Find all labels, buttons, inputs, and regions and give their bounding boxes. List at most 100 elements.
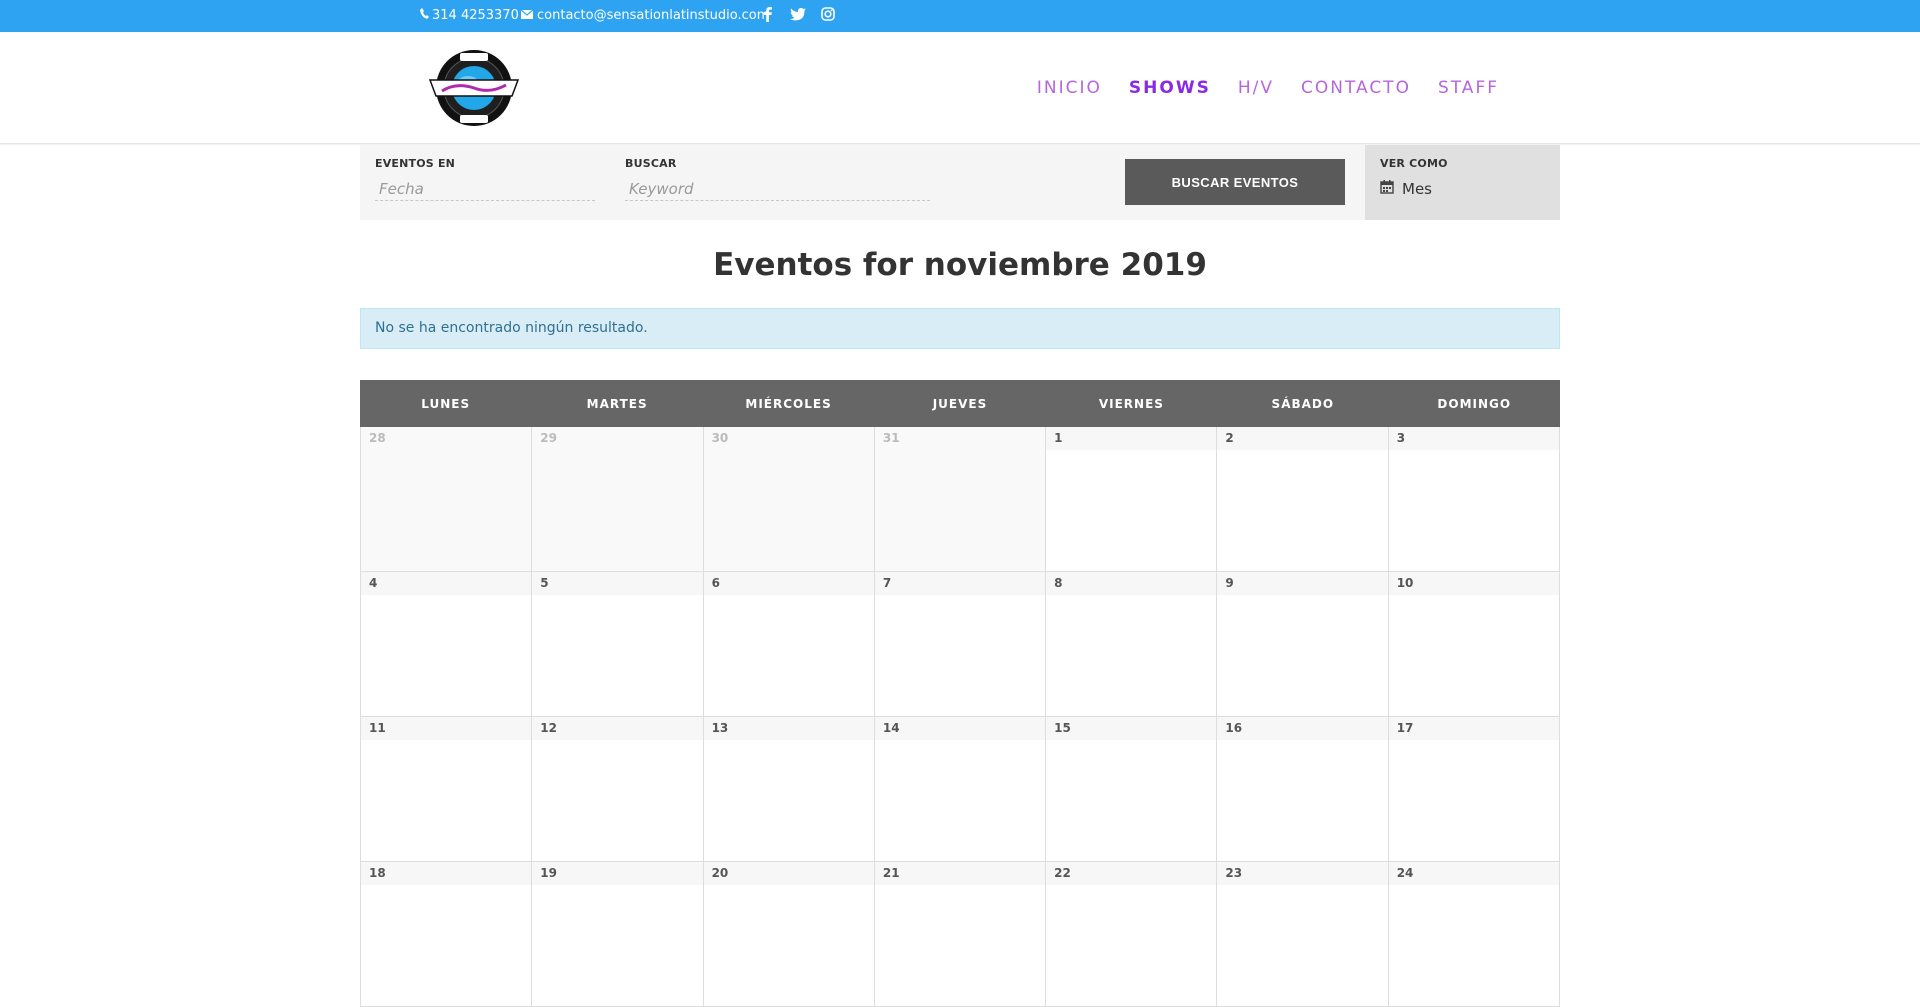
day-number: 30: [703, 427, 874, 450]
calendar-day[interactable]: 31: [873, 427, 1046, 572]
weekday-miercoles: MIÉRCOLES: [745, 396, 832, 411]
view-as-label: VER COMO: [1380, 157, 1448, 170]
calendar-day[interactable]: 17: [1387, 717, 1560, 862]
calendar-day[interactable]: 16: [1216, 717, 1388, 862]
calendar-day[interactable]: 22: [1045, 862, 1217, 1007]
calendar-week-4: 18 19 20 21 22 23 24: [360, 862, 1560, 1007]
search-filter: BUSCAR: [625, 157, 930, 201]
search-filter-label: BUSCAR: [625, 157, 677, 170]
day-number: 15: [1046, 717, 1217, 740]
calendar-week-2: 4 5 6 7 8 9 10: [360, 572, 1560, 717]
calendar-day[interactable]: 7: [873, 572, 1046, 717]
nav-item-shows[interactable]: SHOWS: [1129, 78, 1211, 98]
calendar-day[interactable]: 24: [1387, 862, 1560, 1007]
day-number: 28: [361, 427, 532, 450]
calendar-day[interactable]: 15: [1045, 717, 1217, 862]
phone-contact[interactable]: 314 4253370: [420, 8, 519, 23]
page-title: Eventos for noviembre 2019: [713, 247, 1207, 283]
calendar-day[interactable]: 6: [702, 572, 874, 717]
instagram-icon[interactable]: [820, 6, 836, 22]
calendar-day[interactable]: 9: [1216, 572, 1388, 717]
weekday-sabado: SÁBADO: [1271, 396, 1335, 411]
calendar-day[interactable]: 14: [873, 717, 1046, 862]
day-number: 13: [703, 717, 874, 740]
email-contact[interactable]: contacto@sensationlatinstudio.com: [520, 8, 770, 23]
calendar-day[interactable]: 18: [360, 862, 532, 1007]
calendar-day[interactable]: 29: [531, 427, 703, 572]
date-filter: EVENTOS EN: [375, 157, 595, 201]
day-number: 29: [532, 427, 703, 450]
email-address: contacto@sensationlatinstudio.com: [537, 8, 770, 23]
view-as-value: Mes: [1380, 180, 1432, 198]
view-as-selector[interactable]: VER COMO Mes: [1365, 145, 1560, 220]
top-bar: 314 4253370 contacto@sensationlatinstudi…: [0, 0, 1920, 32]
calendar-day[interactable]: 3: [1387, 427, 1560, 572]
calendar-day[interactable]: 11: [360, 717, 532, 862]
day-number: 19: [532, 862, 703, 885]
weekday-domingo: DOMINGO: [1437, 396, 1512, 411]
weekday-lunes: LUNES: [421, 396, 471, 411]
nav-item-contacto[interactable]: CONTACTO: [1301, 78, 1411, 98]
day-number: 24: [1388, 862, 1559, 885]
no-results-notice: No se ha encontrado ningún resultado.: [360, 308, 1560, 349]
day-number: 10: [1388, 572, 1559, 595]
day-number: 3: [1388, 427, 1559, 450]
calendar-week-1: 28 29 30 31 1 2 3: [360, 427, 1560, 572]
day-number: 16: [1217, 717, 1388, 740]
site-header: [0, 32, 1920, 144]
calendar-day[interactable]: 10: [1387, 572, 1560, 717]
weekday-viernes: VIERNES: [1098, 396, 1164, 411]
facebook-icon[interactable]: [760, 6, 776, 22]
calendar-day[interactable]: 21: [873, 862, 1046, 1007]
events-filter-bar: EVENTOS EN BUSCAR BUSCAR EVENTOS VER COM…: [360, 145, 1560, 220]
day-number: 22: [1046, 862, 1217, 885]
calendar-day[interactable]: 23: [1216, 862, 1388, 1007]
nav-item-inicio[interactable]: INICIO: [1037, 78, 1102, 98]
calendar-day[interactable]: 20: [702, 862, 874, 1007]
day-number: 2: [1217, 427, 1388, 450]
weekday-martes: MARTES: [586, 396, 648, 411]
day-number: 17: [1388, 717, 1559, 740]
keyword-input[interactable]: [625, 177, 930, 201]
day-number: 9: [1217, 572, 1388, 595]
day-number: 23: [1217, 862, 1388, 885]
day-number: 8: [1046, 572, 1217, 595]
calendar-day[interactable]: 28: [360, 427, 532, 572]
day-number: 31: [874, 427, 1046, 450]
nav-item-hv[interactable]: H/V: [1238, 78, 1274, 98]
phone-number: 314 4253370: [432, 8, 519, 23]
calendar-day[interactable]: 5: [531, 572, 703, 717]
date-filter-label: EVENTOS EN: [375, 157, 456, 170]
day-number: 6: [703, 572, 874, 595]
calendar-day[interactable]: 30: [702, 427, 874, 572]
calendar-day[interactable]: 4: [360, 572, 532, 717]
day-number: 7: [874, 572, 1046, 595]
calendar-day[interactable]: 19: [531, 862, 703, 1007]
day-number: 14: [874, 717, 1046, 740]
calendar-week-3: 11 12 13 14 15 16 17: [360, 717, 1560, 862]
day-number: 18: [361, 862, 532, 885]
calendar-icon: [1380, 180, 1394, 198]
calendar-day[interactable]: 13: [702, 717, 874, 862]
calendar-day[interactable]: 2: [1216, 427, 1388, 572]
day-number: 4: [361, 572, 532, 595]
social-links: [760, 6, 836, 22]
date-input[interactable]: [375, 177, 595, 201]
view-as-text: Mes: [1402, 180, 1432, 198]
weekday-jueves: JUEVES: [932, 396, 988, 411]
nav-item-staff[interactable]: STAFF: [1438, 78, 1499, 98]
day-number: 12: [532, 717, 703, 740]
calendar-weekday-header: LUNES MARTES MIÉRCOLES JUEVES VIERNES SÁ…: [360, 380, 1560, 427]
calendar-day[interactable]: 1: [1045, 427, 1217, 572]
day-number: 5: [532, 572, 703, 595]
site-logo[interactable]: [426, 48, 522, 128]
day-number: 1: [1046, 427, 1217, 450]
phone-icon: [420, 8, 429, 23]
twitter-icon[interactable]: [790, 6, 806, 22]
month-calendar: LUNES MARTES MIÉRCOLES JUEVES VIERNES SÁ…: [360, 380, 1560, 1007]
day-number: 20: [703, 862, 874, 885]
calendar-day[interactable]: 8: [1045, 572, 1217, 717]
calendar-day[interactable]: 12: [531, 717, 703, 862]
day-number: 11: [361, 717, 532, 740]
search-events-button[interactable]: BUSCAR EVENTOS: [1125, 159, 1345, 205]
